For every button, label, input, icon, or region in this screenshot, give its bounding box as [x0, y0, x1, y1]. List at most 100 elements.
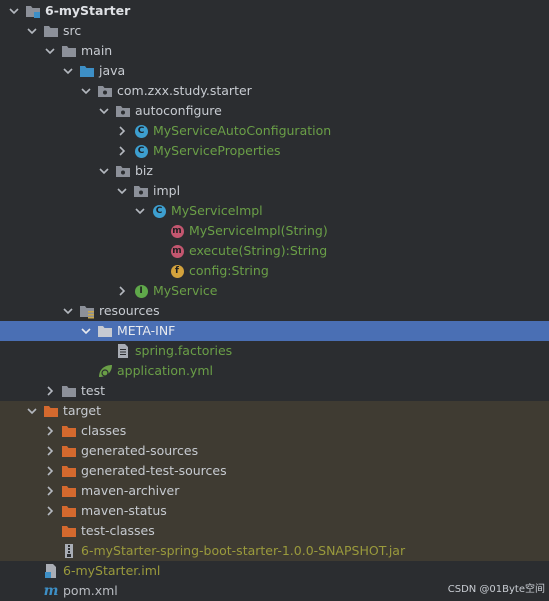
chevron-right-icon[interactable]	[44, 425, 56, 437]
class-icon: C	[133, 123, 149, 139]
chevron-right-icon[interactable]	[44, 445, 56, 457]
tree-row-test-classes[interactable]: test-classes	[0, 521, 549, 541]
tree-row-src[interactable]: src	[0, 21, 549, 41]
java-label: java	[99, 63, 126, 78]
auto-configuration-class-label: MyServiceAutoConfiguration	[153, 123, 332, 138]
tree-row-generated-sources[interactable]: generated-sources	[0, 441, 549, 461]
chevron-right-icon[interactable]	[116, 125, 128, 137]
tree-row-target[interactable]: target	[0, 401, 549, 421]
chevron-down-icon[interactable]	[80, 85, 92, 97]
tree-row-method-execute[interactable]: m execute(String):String	[0, 241, 549, 261]
autoconfigure-label: autoconfigure	[135, 103, 222, 118]
tree-row-iml-file[interactable]: 6-myStarter.iml	[0, 561, 549, 581]
test-label: test	[81, 383, 106, 398]
meta-inf-label: META-INF	[117, 323, 176, 338]
project-root-label: 6-myStarter	[45, 3, 131, 18]
project-tree: 6-myStarter src main java com.zxx.study.…	[0, 0, 549, 601]
spring-factories-label: spring.factories	[135, 343, 233, 358]
package-label: com.zxx.study.starter	[117, 83, 252, 98]
tree-row-generated-test-sources[interactable]: generated-test-sources	[0, 461, 549, 481]
interface-icon: I	[133, 283, 149, 299]
class-icon: C	[151, 203, 167, 219]
chevron-down-icon[interactable]	[80, 325, 92, 337]
chevron-right-icon[interactable]	[44, 485, 56, 497]
maven-icon: m	[43, 583, 59, 599]
spring-leaf-icon	[97, 363, 113, 379]
method-execute-label: execute(String):String	[189, 243, 328, 258]
chevron-down-icon[interactable]	[62, 65, 74, 77]
tree-row-constructor[interactable]: m MyServiceImpl(String)	[0, 221, 549, 241]
chevron-right-icon[interactable]	[116, 285, 128, 297]
package-icon	[97, 83, 113, 99]
chevron-down-icon[interactable]	[116, 185, 128, 197]
test-classes-label: test-classes	[81, 523, 155, 538]
chevron-right-icon[interactable]	[44, 465, 56, 477]
field-config-label: config:String	[189, 263, 269, 278]
chevron-down-icon[interactable]	[98, 165, 110, 177]
folder-icon	[61, 383, 77, 399]
tree-row-impl[interactable]: impl	[0, 181, 549, 201]
target-label: target	[63, 403, 102, 418]
tree-row-auto-configuration-class[interactable]: C MyServiceAutoConfiguration	[0, 121, 549, 141]
chevron-down-icon[interactable]	[98, 105, 110, 117]
chevron-down-icon[interactable]	[26, 25, 38, 37]
resources-label: resources	[99, 303, 160, 318]
chevron-down-icon[interactable]	[26, 405, 38, 417]
chevron-down-icon[interactable]	[62, 305, 74, 317]
pom-file-label: pom.xml	[63, 583, 118, 598]
method-icon: m	[170, 244, 184, 258]
impl-class-label: MyServiceImpl	[171, 203, 263, 218]
properties-class-label: MyServiceProperties	[153, 143, 281, 158]
interface-label: MyService	[153, 283, 218, 298]
classes-label: classes	[81, 423, 127, 438]
tree-row-maven-archiver[interactable]: maven-archiver	[0, 481, 549, 501]
generated-test-sources-label: generated-test-sources	[81, 463, 227, 478]
tree-row-meta-inf[interactable]: META-INF	[0, 321, 549, 341]
excluded-folder-icon	[61, 423, 77, 439]
tree-row-field-config[interactable]: f config:String	[0, 261, 549, 281]
chevron-down-icon[interactable]	[8, 5, 20, 17]
excluded-folder-icon	[61, 523, 77, 539]
tree-row-autoconfigure[interactable]: autoconfigure	[0, 101, 549, 121]
watermark-text: CSDN @01Byte空间	[447, 584, 545, 595]
tree-row-project-root[interactable]: 6-myStarter	[0, 1, 549, 21]
tree-row-main[interactable]: main	[0, 41, 549, 61]
chevron-down-icon[interactable]	[134, 205, 146, 217]
excluded-folder-icon	[61, 443, 77, 459]
iml-file-label: 6-myStarter.iml	[63, 563, 161, 578]
module-folder-icon	[25, 3, 41, 19]
tree-row-biz[interactable]: biz	[0, 161, 549, 181]
tree-row-classes[interactable]: classes	[0, 421, 549, 441]
excluded-folder-icon	[43, 403, 59, 419]
chevron-right-icon[interactable]	[116, 145, 128, 157]
excluded-folder-icon	[61, 483, 77, 499]
tree-row-spring-factories[interactable]: spring.factories	[0, 341, 549, 361]
tree-row-impl-class[interactable]: C MyServiceImpl	[0, 201, 549, 221]
maven-status-label: maven-status	[81, 503, 167, 518]
tree-row-jar-file[interactable]: 6-myStarter-spring-boot-starter-1.0.0-SN…	[0, 541, 549, 561]
tree-row-test[interactable]: test	[0, 381, 549, 401]
generated-sources-label: generated-sources	[81, 443, 199, 458]
tree-row-package[interactable]: com.zxx.study.starter	[0, 81, 549, 101]
chevron-down-icon[interactable]	[44, 45, 56, 57]
constructor-label: MyServiceImpl(String)	[189, 223, 328, 238]
archive-file-icon	[61, 543, 77, 559]
tree-row-interface[interactable]: I MyService	[0, 281, 549, 301]
tree-row-maven-status[interactable]: maven-status	[0, 501, 549, 521]
tree-row-java[interactable]: java	[0, 61, 549, 81]
folder-icon	[61, 43, 77, 59]
source-folder-icon	[79, 63, 95, 79]
chevron-right-icon[interactable]	[44, 505, 56, 517]
main-label: main	[81, 43, 113, 58]
impl-label: impl	[153, 183, 181, 198]
tree-row-application-yml[interactable]: application.yml	[0, 361, 549, 381]
resource-folder-icon	[79, 303, 95, 319]
chevron-right-icon[interactable]	[44, 385, 56, 397]
src-label: src	[63, 23, 82, 38]
tree-row-resources[interactable]: resources	[0, 301, 549, 321]
biz-label: biz	[135, 163, 153, 178]
application-yml-label: application.yml	[117, 363, 213, 378]
tree-row-properties-class[interactable]: C MyServiceProperties	[0, 141, 549, 161]
package-icon	[115, 103, 131, 119]
text-file-icon	[115, 343, 131, 359]
